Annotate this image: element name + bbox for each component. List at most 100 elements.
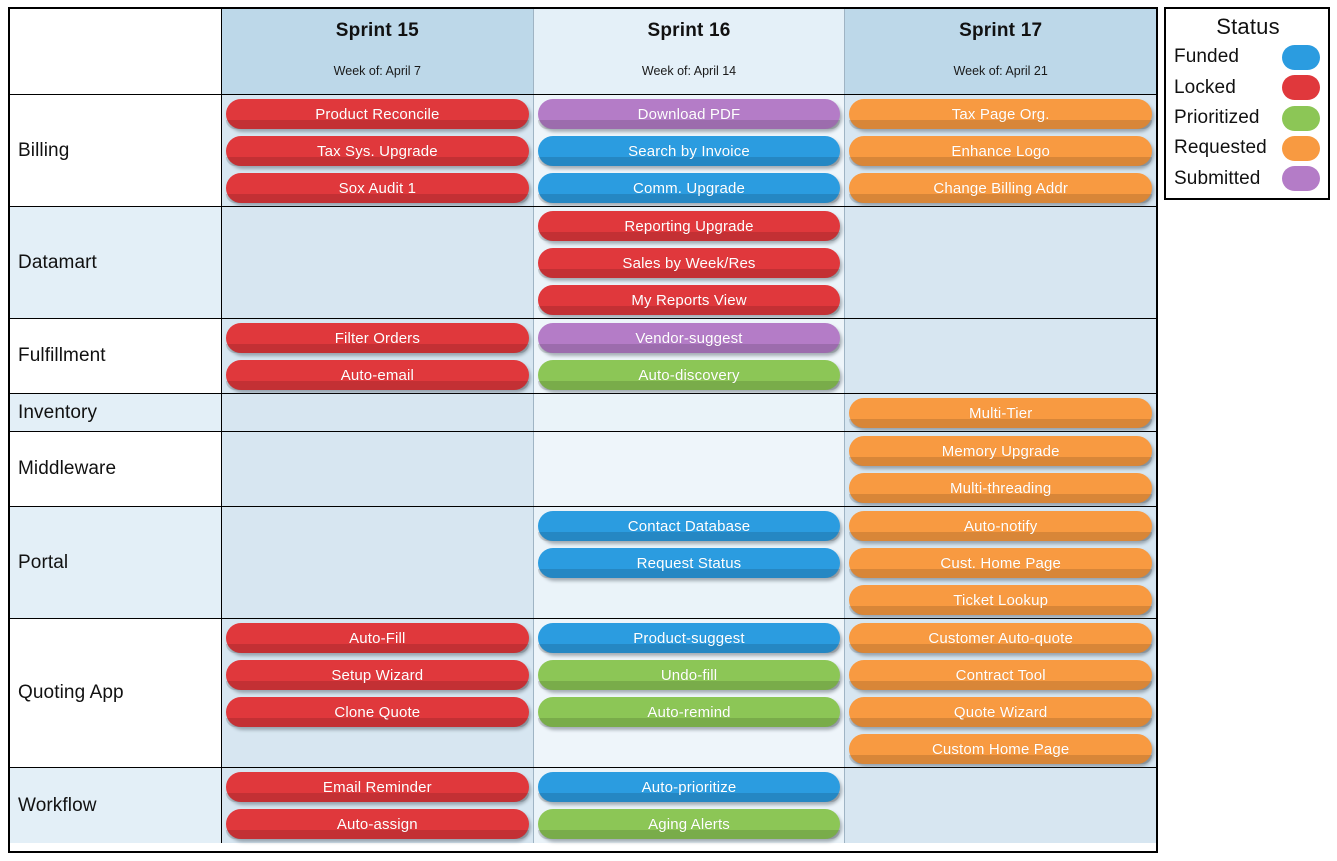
- feature-pill[interactable]: Ticket Lookup: [849, 585, 1153, 615]
- cell-workflow-sprint-17[interactable]: [845, 768, 1157, 843]
- cell-workflow-sprint-15[interactable]: Email Reminder Auto-assign: [222, 768, 534, 843]
- feature-pill-label: Aging Alerts: [648, 815, 730, 833]
- feature-pill-label: Auto-discovery: [638, 366, 740, 384]
- legend-swatch-locked: [1282, 75, 1320, 101]
- row-label-portal: Portal: [10, 507, 222, 618]
- feature-pill[interactable]: Memory Upgrade: [849, 436, 1153, 466]
- feature-pill[interactable]: Download PDF: [537, 99, 841, 129]
- legend-item-locked[interactable]: Locked: [1174, 72, 1322, 102]
- feature-pill[interactable]: Product Reconcile: [226, 99, 529, 129]
- feature-pill[interactable]: Cust. Home Page: [849, 548, 1153, 578]
- feature-pill[interactable]: Tax Sys. Upgrade: [226, 136, 529, 166]
- feature-pill[interactable]: Auto-discovery: [537, 360, 841, 390]
- row-label-quoting-app: Quoting App: [10, 619, 222, 767]
- feature-pill[interactable]: Setup Wizard: [226, 660, 529, 690]
- feature-pill-label: Request Status: [636, 554, 742, 572]
- cell-quoting-app-sprint-16[interactable]: Product-suggest Undo-fill Auto-remind: [533, 619, 846, 767]
- feature-pill[interactable]: Quote Wizard: [849, 697, 1153, 727]
- feature-pill-label: Comm. Upgrade: [633, 179, 745, 197]
- column-header-sprint-15[interactable]: Sprint 15 Week of: April 7: [222, 9, 534, 94]
- cell-billing-sprint-16[interactable]: Download PDF Search by Invoice Comm. Upgra…: [533, 95, 846, 206]
- cell-fulfillment-sprint-17[interactable]: [845, 319, 1157, 393]
- legend-item-funded[interactable]: Funded: [1174, 42, 1322, 72]
- status-legend: Status Funded Locked Prioritized Requested S…: [1164, 7, 1330, 200]
- feature-pill[interactable]: Comm. Upgrade: [537, 173, 841, 203]
- roadmap-page: Sprint 15 Week of: April 7 Sprint 16 Wee…: [0, 0, 1337, 861]
- cell-billing-sprint-17[interactable]: Tax Page Org. Enhance Logo Change Billing …: [845, 95, 1157, 206]
- feature-pill[interactable]: Undo-fill: [537, 660, 841, 690]
- feature-pill[interactable]: Product-suggest: [537, 623, 841, 653]
- cell-quoting-app-sprint-17[interactable]: Customer Auto-quote Contract Tool Quote Wi…: [845, 619, 1157, 767]
- cell-middleware-sprint-17[interactable]: Memory Upgrade Multi-threading: [845, 432, 1157, 506]
- cell-portal-sprint-17[interactable]: Auto-notify Cust. Home Page Ticket Lookup: [845, 507, 1157, 618]
- feature-pill[interactable]: Auto-remind: [537, 697, 841, 727]
- feature-pill[interactable]: Auto-email: [226, 360, 529, 390]
- feature-pill[interactable]: Custom Home Page: [849, 734, 1153, 764]
- cell-datamart-sprint-17[interactable]: [845, 207, 1157, 318]
- cell-inventory-sprint-15[interactable]: [222, 394, 534, 431]
- legend-swatch-funded: [1282, 44, 1320, 70]
- feature-pill-label: Enhance Logo: [951, 142, 1050, 160]
- cell-workflow-sprint-16[interactable]: Auto-prioritize Aging Alerts: [533, 768, 846, 843]
- feature-pill-label: Sales by Week/Res: [622, 254, 756, 272]
- feature-pill[interactable]: Enhance Logo: [849, 136, 1153, 166]
- feature-pill[interactable]: Reporting Upgrade: [537, 211, 841, 241]
- feature-pill[interactable]: Sox Audit 1: [226, 173, 529, 203]
- feature-pill-label: Tax Sys. Upgrade: [316, 142, 438, 160]
- feature-pill[interactable]: Search by Invoice: [537, 136, 841, 166]
- feature-pill[interactable]: Sales by Week/Res: [537, 248, 841, 278]
- feature-pill[interactable]: Multi-threading: [849, 473, 1153, 503]
- feature-pill[interactable]: Aging Alerts: [537, 809, 841, 839]
- cell-datamart-sprint-16[interactable]: Reporting Upgrade Sales by Week/Res My Rep…: [533, 207, 846, 318]
- feature-pill-label: Change Billing Addr: [933, 179, 1068, 197]
- feature-pill[interactable]: Clone Quote: [226, 697, 529, 727]
- feature-pill-label: Quote Wizard: [953, 703, 1048, 721]
- feature-pill-label: Setup Wizard: [331, 666, 424, 684]
- cell-fulfillment-sprint-15[interactable]: Filter Orders Auto-email: [222, 319, 534, 393]
- column-subtitle: Week of: April 14: [641, 64, 737, 78]
- cell-inventory-sprint-16[interactable]: [533, 394, 846, 431]
- column-header-sprint-16[interactable]: Sprint 16 Week of: April 14: [533, 9, 846, 94]
- feature-pill[interactable]: Request Status: [537, 548, 841, 578]
- feature-pill[interactable]: Customer Auto-quote: [849, 623, 1153, 653]
- table-row: Datamart Reporting Upgrade Sales by Week/R…: [10, 207, 1157, 319]
- feature-pill[interactable]: Filter Orders: [226, 323, 529, 353]
- cell-fulfillment-sprint-16[interactable]: Vendor-suggest Auto-discovery: [533, 319, 846, 393]
- feature-pill[interactable]: Auto-prioritize: [537, 772, 841, 802]
- feature-pill-label: Email Reminder: [322, 778, 432, 796]
- feature-pill-label: Memory Upgrade: [941, 442, 1060, 460]
- feature-pill[interactable]: Multi-Tier: [849, 398, 1153, 428]
- feature-pill[interactable]: Auto-assign: [226, 809, 529, 839]
- feature-pill-label: Custom Home Page: [931, 740, 1070, 758]
- feature-pill[interactable]: Contract Tool: [849, 660, 1153, 690]
- legend-title: Status: [1216, 14, 1280, 39]
- cell-middleware-sprint-15[interactable]: [222, 432, 534, 506]
- legend-item-requested[interactable]: Requested: [1174, 133, 1322, 163]
- row-label-inventory: Inventory: [10, 394, 222, 431]
- row-label-billing: Billing: [10, 95, 222, 206]
- feature-pill-label: Ticket Lookup: [953, 591, 1049, 609]
- column-subtitle: Week of: April 21: [953, 64, 1048, 78]
- feature-pill[interactable]: Email Reminder: [226, 772, 529, 802]
- legend-item-label: Locked: [1174, 76, 1236, 98]
- cell-portal-sprint-16[interactable]: Contact Database Request Status: [533, 507, 846, 618]
- cell-quoting-app-sprint-15[interactable]: Auto-Fill Setup Wizard Clone Quote: [222, 619, 534, 767]
- feature-pill[interactable]: My Reports View: [537, 285, 841, 315]
- feature-pill-label: Customer Auto-quote: [928, 629, 1073, 647]
- cell-middleware-sprint-16[interactable]: [533, 432, 846, 506]
- feature-pill[interactable]: Tax Page Org.: [849, 99, 1153, 129]
- feature-pill[interactable]: Auto-notify: [849, 511, 1153, 541]
- cell-portal-sprint-15[interactable]: [222, 507, 534, 618]
- feature-pill[interactable]: Vendor-suggest: [537, 323, 841, 353]
- legend-item-submitted[interactable]: Submitted: [1174, 164, 1322, 194]
- cell-inventory-sprint-17[interactable]: Multi-Tier: [845, 394, 1157, 431]
- feature-pill[interactable]: Change Billing Addr: [849, 173, 1153, 203]
- column-header-sprint-17[interactable]: Sprint 17 Week of: April 21: [845, 9, 1157, 94]
- cell-billing-sprint-15[interactable]: Product Reconcile Tax Sys. Upgrade Sox Aud…: [222, 95, 534, 206]
- cell-datamart-sprint-15[interactable]: [222, 207, 534, 318]
- feature-pill[interactable]: Auto-Fill: [226, 623, 529, 653]
- legend-item-prioritized[interactable]: Prioritized: [1174, 103, 1322, 133]
- feature-pill-label: Contact Database: [627, 517, 751, 535]
- feature-pill[interactable]: Contact Database: [537, 511, 841, 541]
- table-row: Portal Contact Database Request Status Auto…: [10, 507, 1157, 619]
